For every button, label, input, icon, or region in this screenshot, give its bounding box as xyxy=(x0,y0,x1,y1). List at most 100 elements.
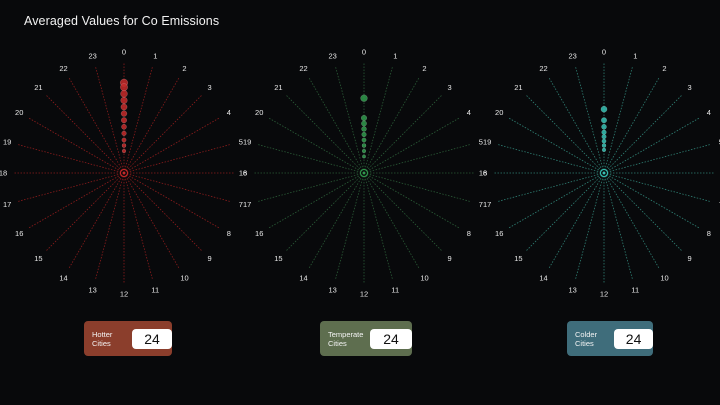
spoke-hour-15 xyxy=(285,172,365,252)
spoke-hour-9 xyxy=(603,172,683,252)
spoke-hour-8 xyxy=(363,172,460,229)
data-point[interactable] xyxy=(361,137,367,143)
spoke-hour-2 xyxy=(603,77,660,174)
hour-label: 10 xyxy=(660,273,668,282)
spoke-hour-11 xyxy=(363,172,393,280)
hour-label: 10 xyxy=(180,273,188,282)
hour-label: 1 xyxy=(153,52,157,61)
hour-label: 17 xyxy=(243,200,251,209)
data-point[interactable] xyxy=(120,83,128,92)
spoke-hour-1 xyxy=(363,66,393,174)
spoke-hour-4 xyxy=(603,117,700,174)
data-point[interactable] xyxy=(121,117,127,124)
hour-label: 12 xyxy=(120,290,128,299)
data-point[interactable] xyxy=(120,96,128,104)
hour-label: 10 xyxy=(420,273,428,282)
hour-label: 11 xyxy=(391,285,399,294)
spoke-hour-17 xyxy=(497,172,605,202)
spoke-hour-4 xyxy=(363,117,460,174)
center-dot xyxy=(602,171,606,175)
spoke-hour-8 xyxy=(123,172,220,229)
data-point[interactable] xyxy=(361,148,367,154)
hour-label: 1 xyxy=(633,52,637,61)
spoke-hour-5 xyxy=(603,144,711,174)
hour-label: 13 xyxy=(569,285,577,294)
hour-label: 23 xyxy=(329,52,337,61)
spoke-hour-20 xyxy=(28,117,125,174)
hour-label: 23 xyxy=(569,52,577,61)
data-point[interactable] xyxy=(121,148,127,154)
hour-label: 14 xyxy=(299,273,307,282)
spoke-hour-17 xyxy=(257,172,365,202)
radial-chart-hotter: 0 1234567891011121314151617181920212223 xyxy=(0,48,247,299)
colder-cities-card[interactable]: Colder Cities 24 xyxy=(567,321,653,356)
spoke-hour-7 xyxy=(123,172,231,202)
data-point[interactable] xyxy=(601,117,607,124)
data-point[interactable] xyxy=(121,124,127,130)
spoke-hour-5 xyxy=(363,144,471,174)
radial-chart-colder: 01234567891011121314151617181920212223 xyxy=(479,48,720,299)
hotter-cities-card[interactable]: Hotter Cities 24 xyxy=(84,321,172,356)
hotter-cities-count: 24 xyxy=(132,328,172,349)
spoke-hour-16 xyxy=(268,172,365,229)
spoke-hour-16 xyxy=(508,172,605,229)
data-point[interactable] xyxy=(120,110,128,117)
data-point[interactable] xyxy=(120,103,128,111)
hour-label: 2 xyxy=(422,64,426,73)
data-point[interactable] xyxy=(601,143,607,148)
hour-label: 8 xyxy=(707,229,711,238)
spoke-hour-22 xyxy=(68,77,125,174)
spoke-hour-13 xyxy=(95,172,125,280)
hour-label: 14 xyxy=(539,273,547,282)
spoke-hour-2 xyxy=(363,77,420,174)
data-point[interactable] xyxy=(121,143,127,148)
hour-label: 11 xyxy=(631,285,639,294)
hour-label: 18 xyxy=(479,169,487,178)
data-point[interactable] xyxy=(361,126,367,132)
colder-cities-label: Colder Cities xyxy=(575,329,598,348)
data-point[interactable] xyxy=(361,120,367,127)
hour-label: 12 xyxy=(600,290,608,299)
colder-cities-count: 24 xyxy=(614,328,653,349)
spoke-hour-14 xyxy=(68,172,125,269)
data-point[interactable] xyxy=(601,147,607,152)
data-point[interactable] xyxy=(121,130,127,136)
hour-label: 18 xyxy=(239,169,247,178)
temperate-cities-card[interactable]: Temperate Cities 24 xyxy=(320,321,412,356)
data-point[interactable] xyxy=(601,138,607,144)
spoke-hour-5 xyxy=(123,144,231,174)
spoke-hour-3 xyxy=(123,94,203,174)
spoke-hour-11 xyxy=(603,172,633,280)
hour-label: 21 xyxy=(514,83,522,92)
hour-label: 2 xyxy=(662,64,666,73)
data-point[interactable] xyxy=(360,94,368,102)
data-point[interactable] xyxy=(362,154,366,159)
spoke-hour-17 xyxy=(17,172,125,202)
spoke-hour-22 xyxy=(548,77,605,174)
hour-label: 21 xyxy=(274,83,282,92)
data-point[interactable] xyxy=(361,143,367,148)
hour-label: 9 xyxy=(447,254,451,263)
data-point[interactable] xyxy=(601,124,607,130)
hour-label: 0 xyxy=(602,48,606,57)
data-point[interactable] xyxy=(121,137,127,143)
spoke-hour-10 xyxy=(123,172,180,269)
spoke-hour-22 xyxy=(308,77,365,174)
data-point[interactable] xyxy=(361,131,367,138)
spoke-hour-9 xyxy=(363,172,443,252)
spoke-hour-2 xyxy=(123,77,180,174)
data-point[interactable] xyxy=(120,90,128,98)
spoke-hour-20 xyxy=(268,117,365,174)
hour-label: 22 xyxy=(59,64,67,73)
spoke-hour-3 xyxy=(363,94,443,174)
hour-label: 17 xyxy=(3,200,11,209)
data-point[interactable] xyxy=(601,129,607,135)
data-point[interactable] xyxy=(600,105,608,113)
hour-label: 22 xyxy=(299,64,307,73)
hour-label: 9 xyxy=(207,254,211,263)
hour-label: 2 xyxy=(182,64,186,73)
data-point[interactable] xyxy=(361,114,368,121)
hour-label: 4 xyxy=(467,108,471,117)
spoke-hour-23 xyxy=(95,66,125,174)
data-point[interactable] xyxy=(601,134,607,140)
